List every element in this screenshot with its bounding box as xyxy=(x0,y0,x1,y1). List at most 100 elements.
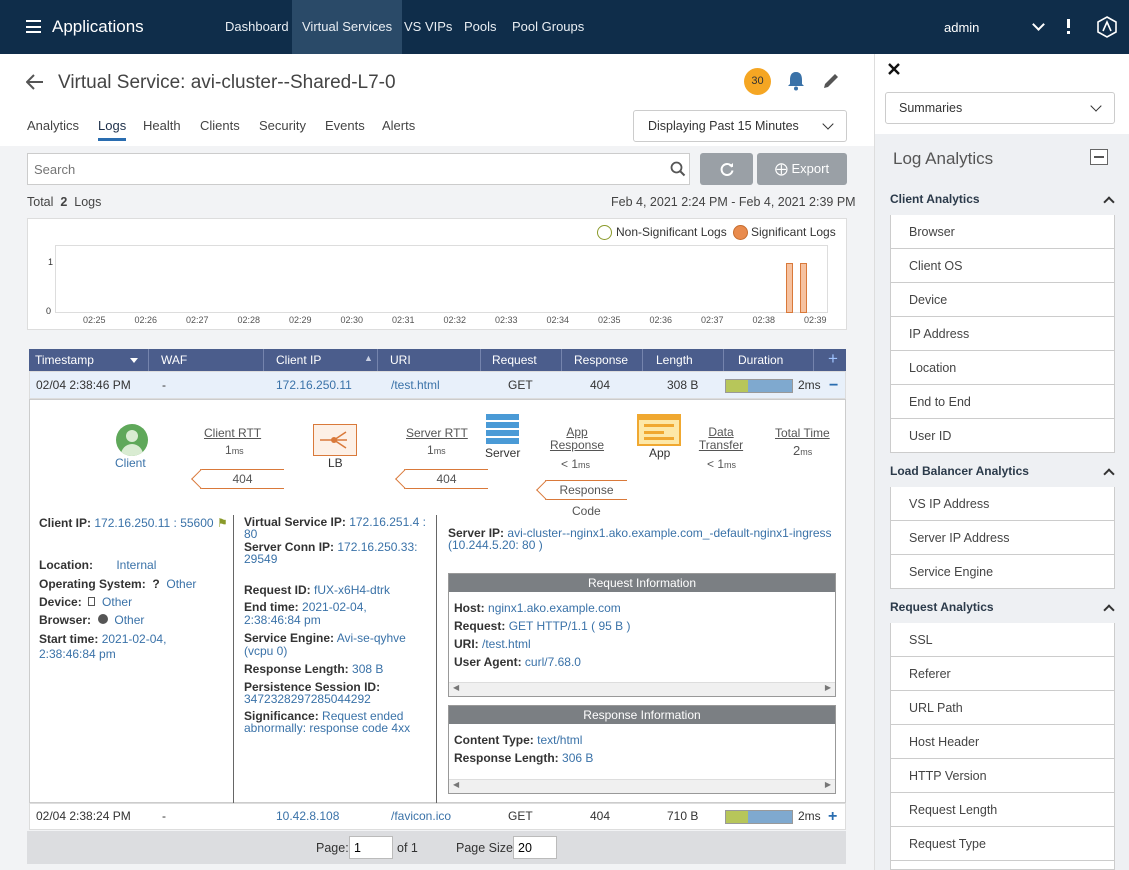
alerts-count-badge[interactable]: 30 xyxy=(744,68,771,95)
summaries-select[interactable]: Summaries xyxy=(885,92,1115,124)
col-request[interactable]: Request xyxy=(492,349,537,371)
sidebar-item-location[interactable]: Location xyxy=(890,351,1115,385)
sidebar-item-http-version[interactable]: HTTP Version xyxy=(890,759,1115,793)
more-icon[interactable] xyxy=(1067,19,1070,34)
device-icon xyxy=(88,597,96,606)
export-button[interactable]: ⨁ Export xyxy=(757,153,847,185)
sidebar-item-ssl[interactable]: SSL xyxy=(890,623,1115,657)
col-waf[interactable]: WAF xyxy=(161,349,187,371)
sidebar-item-service-engine[interactable]: Service Engine xyxy=(890,555,1115,589)
chart-bar[interactable] xyxy=(800,263,807,313)
tab-security[interactable]: Security xyxy=(259,118,306,133)
top-navbar: Applications Dashboard Virtual Services … xyxy=(0,0,1129,54)
flag-icon: ⚑ xyxy=(216,516,228,530)
legend-non-significant[interactable]: Non-Significant Logs xyxy=(616,225,727,239)
lb-analytics-header[interactable]: Load Balancer Analytics xyxy=(890,464,1029,478)
response-code-badge: Response xyxy=(545,480,627,500)
sidebar-item-server-ip-address[interactable]: Server IP Address xyxy=(890,521,1115,555)
col-length[interactable]: Length xyxy=(656,349,693,371)
sidebar-item-browser[interactable]: Browser xyxy=(890,215,1115,249)
scroll-left-icon[interactable]: ◀ xyxy=(453,780,459,789)
sidebar-item-user-id[interactable]: User ID xyxy=(890,419,1115,453)
log-histogram-chart: Non-Significant Logs Significant Logs 1 … xyxy=(27,218,847,330)
nav-pools[interactable]: Pools xyxy=(464,0,497,54)
nav-dashboard[interactable]: Dashboard xyxy=(225,0,289,54)
chevron-down-icon[interactable] xyxy=(1032,18,1045,31)
scroll-right-icon[interactable]: ▶ xyxy=(825,683,831,692)
sidebar-item-request-type[interactable]: Request Type xyxy=(890,827,1115,861)
nav-pool-groups[interactable]: Pool Groups xyxy=(512,0,584,54)
load-balancer-icon xyxy=(313,424,357,456)
add-column-icon[interactable]: + xyxy=(828,349,838,369)
tab-events[interactable]: Events xyxy=(325,118,365,133)
request-analytics-header[interactable]: Request Analytics xyxy=(890,600,994,614)
sidebar-item-vs-ip-address[interactable]: VS IP Address xyxy=(890,487,1115,521)
collapse-panel-button[interactable] xyxy=(1090,149,1108,165)
edit-pencil-icon[interactable] xyxy=(822,72,840,90)
sidebar-item-request-length[interactable]: Request Length xyxy=(890,793,1115,827)
tab-alerts[interactable]: Alerts xyxy=(382,118,415,133)
horizontal-scrollbar[interactable]: ◀ ▶ xyxy=(449,682,835,696)
sort-desc-icon[interactable] xyxy=(130,358,138,367)
refresh-button[interactable] xyxy=(700,153,753,185)
x-tick: 02:36 xyxy=(649,315,673,325)
table-row[interactable]: 02/04 2:38:46 PM - 172.16.250.11 /test.h… xyxy=(29,371,846,399)
tab-analytics[interactable]: Analytics xyxy=(27,118,79,133)
col-duration[interactable]: Duration xyxy=(738,349,783,371)
page-size-input[interactable] xyxy=(513,836,557,859)
nav-vs-vips[interactable]: VS VIPs xyxy=(404,0,452,54)
sidebar-item-device[interactable]: Device xyxy=(890,283,1115,317)
tab-health[interactable]: Health xyxy=(143,118,181,133)
x-tick: 02:33 xyxy=(495,315,518,325)
hamburger-menu-icon[interactable] xyxy=(26,20,41,33)
legend-non-significant-marker[interactable] xyxy=(597,225,612,240)
tab-clients[interactable]: Clients xyxy=(200,118,240,133)
sidebar-item-end-to-end[interactable]: End to End xyxy=(890,385,1115,419)
request-information-box: Request Information Host: nginx1.ako.exa… xyxy=(448,573,836,697)
time-range-select[interactable]: Displaying Past 15 Minutes xyxy=(633,110,847,142)
search-icon[interactable] xyxy=(670,161,686,177)
collapse-row-icon[interactable]: − xyxy=(829,372,838,399)
scroll-right-icon[interactable]: ▶ xyxy=(825,780,831,789)
page-number-input[interactable] xyxy=(349,836,393,859)
legend-significant-marker[interactable] xyxy=(733,225,748,240)
back-arrow-icon[interactable] xyxy=(25,74,44,90)
table-row[interactable]: 02/04 2:38:24 PM - 10.42.8.108 /favicon.… xyxy=(29,803,846,830)
refresh-icon xyxy=(720,163,733,176)
bell-icon[interactable] xyxy=(787,71,805,91)
chart-bar[interactable] xyxy=(786,263,793,313)
scroll-left-icon[interactable]: ◀ xyxy=(453,683,459,692)
log-analytics-sidebar: Summaries Log Analytics Client Analytics… xyxy=(874,54,1129,870)
client-icon xyxy=(116,424,148,456)
col-timestamp[interactable]: Timestamp xyxy=(35,349,94,371)
sort-icon[interactable]: ▲ xyxy=(364,353,373,363)
app-title[interactable]: Applications xyxy=(52,17,144,37)
x-tick: 02:27 xyxy=(186,315,209,325)
response-code-badge: 404 xyxy=(200,469,284,489)
horizontal-scrollbar[interactable]: ◀ ▶ xyxy=(449,779,835,793)
expand-row-icon[interactable]: + xyxy=(828,804,837,829)
search-input[interactable] xyxy=(27,153,690,185)
col-client-ip[interactable]: Client IP xyxy=(276,349,321,371)
sidebar-item-client-os[interactable]: Client OS xyxy=(890,249,1115,283)
tab-logs[interactable]: Logs xyxy=(98,118,127,141)
col-response[interactable]: Response xyxy=(574,349,628,371)
sidebar-item-url-path[interactable]: URL Path xyxy=(890,691,1115,725)
x-tick: 02:30 xyxy=(340,315,364,325)
col-uri[interactable]: URI xyxy=(390,349,411,371)
sidebar-item-ip-address[interactable]: IP Address xyxy=(890,317,1115,351)
user-menu[interactable]: admin xyxy=(944,20,979,35)
client-analytics-header[interactable]: Client Analytics xyxy=(890,192,980,206)
x-tick: 02:26 xyxy=(134,315,158,325)
server-icon xyxy=(486,414,519,448)
sidebar-item-referer[interactable]: Referer xyxy=(890,657,1115,691)
legend-significant[interactable]: Significant Logs xyxy=(751,225,836,239)
avi-logo-icon[interactable] xyxy=(1096,16,1118,38)
sidebar-item-partial[interactable] xyxy=(890,861,1115,870)
sidebar-item-host-header[interactable]: Host Header xyxy=(890,725,1115,759)
table-header: Timestamp WAF Client IP ▲ URI Request Re… xyxy=(29,349,846,371)
close-icon[interactable] xyxy=(887,62,901,76)
nav-virtual-services[interactable]: Virtual Services xyxy=(292,0,403,54)
log-analytics-title: Log Analytics xyxy=(893,149,994,168)
x-tick: 02:32 xyxy=(443,315,467,325)
